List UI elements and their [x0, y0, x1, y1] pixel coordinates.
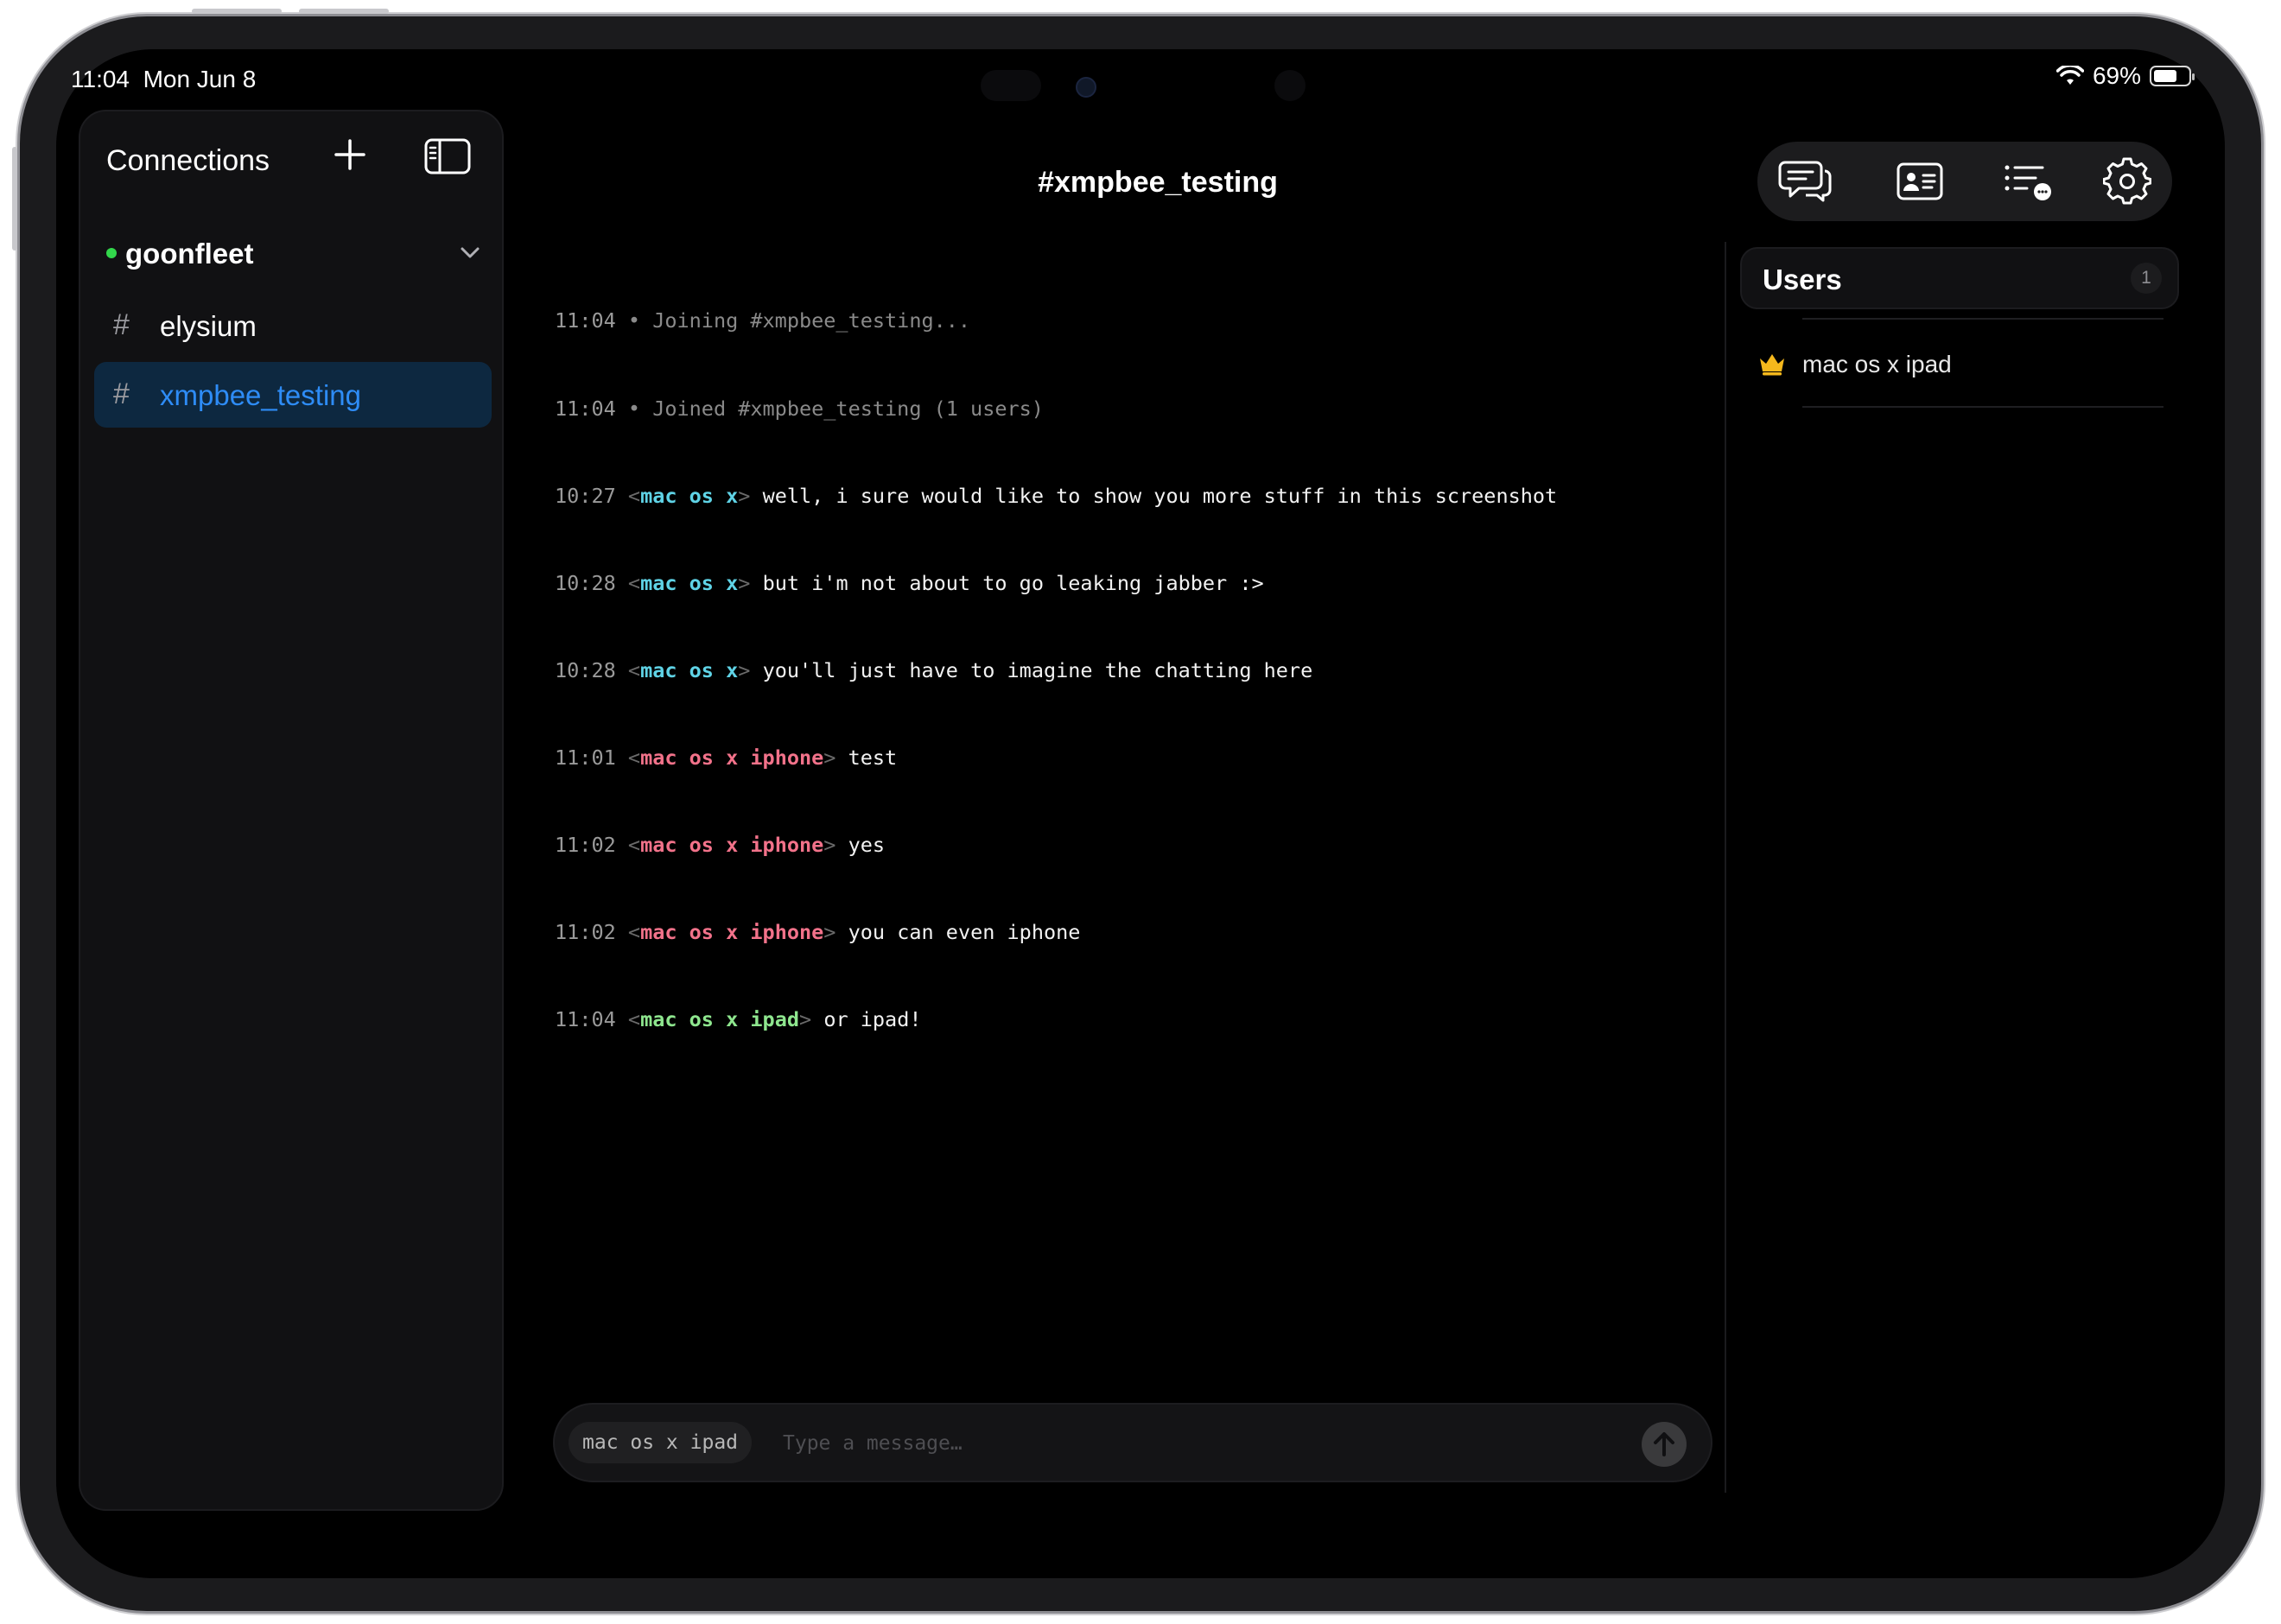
- contact-card-icon: [1897, 162, 1943, 200]
- message-text: you can even iphone: [848, 920, 1081, 945]
- message-text: well, i sure would like to show you more…: [762, 483, 1558, 508]
- clock-date: Mon Jun 8: [143, 66, 257, 92]
- connections-sidebar: Connections goonfleet # elysium # xmpbee…: [79, 110, 504, 1511]
- volume-button: [192, 9, 282, 14]
- nickname[interactable]: mac os x: [640, 571, 738, 595]
- channel-title: #xmpbee_testing: [1038, 166, 1278, 199]
- nickname[interactable]: mac os x: [640, 658, 738, 682]
- contact-info-button[interactable]: [1894, 157, 1946, 206]
- composer-nick-chip[interactable]: mac os x ipad: [569, 1422, 753, 1463]
- timestamp: 11:04: [555, 1007, 616, 1032]
- message-text: you'll just have to imagine the chatting…: [762, 657, 1313, 682]
- channel-label: xmpbee_testing: [160, 379, 361, 411]
- sidebar-icon: [424, 138, 471, 174]
- hash-icon: #: [113, 308, 130, 341]
- wifi-icon: [2055, 66, 2084, 86]
- chevron-down-icon[interactable]: [457, 239, 483, 265]
- front-camera: [1076, 77, 1096, 98]
- channel-item-elysium[interactable]: # elysium: [94, 293, 492, 358]
- panel-divider: [1725, 242, 1726, 1493]
- log-line: 11:02 <mac os x iphone> yes: [555, 832, 886, 857]
- server-name: goonfleet: [125, 238, 254, 270]
- send-button[interactable]: [1642, 1422, 1687, 1467]
- sensor-pill: [981, 70, 1041, 101]
- message-log: 11:04 • Joining #xmpbee_testing... 11:04…: [555, 249, 1704, 1064]
- message-text: or ipad!: [823, 1007, 922, 1032]
- system-message: • Joined #xmpbee_testing (1 users): [627, 396, 1044, 421]
- conversations-button[interactable]: [1778, 157, 1832, 206]
- settings-button[interactable]: [2103, 157, 2155, 206]
- channel-list-button[interactable]: [2001, 157, 2053, 206]
- timestamp: 11:01: [555, 745, 616, 770]
- system-message: • Joining #xmpbee_testing...: [627, 308, 971, 333]
- list-chat-icon: [2005, 165, 2051, 200]
- users-title: Users: [1763, 263, 1842, 295]
- clock-time: 11:04: [71, 66, 130, 92]
- channel-label: elysium: [160, 310, 257, 342]
- status-indicators: 69%: [2055, 62, 2195, 90]
- log-line: 10:28 <mac os x> but i'm not about to go…: [555, 570, 1264, 595]
- log-line: 11:04 • Joining #xmpbee_testing...: [555, 307, 1704, 336]
- nickname[interactable]: mac os x: [640, 484, 738, 508]
- volume-button: [299, 9, 389, 14]
- divider: [1802, 406, 2163, 408]
- battery-icon: [2150, 66, 2195, 86]
- log-line: 10:28 <mac os x> you'll just have to ima…: [555, 657, 1313, 682]
- users-panel-header[interactable]: Users 1: [1740, 247, 2179, 309]
- crown-icon: [1757, 349, 1787, 378]
- message-input[interactable]: [781, 1422, 1562, 1465]
- timestamp: 10:27: [555, 483, 616, 508]
- timestamp: 10:28: [555, 657, 616, 682]
- plus-icon: [334, 139, 365, 170]
- message-composer: mac os x ipad: [553, 1403, 1712, 1482]
- log-line: 11:04 <mac os x ipad> or ipad!: [555, 1007, 922, 1032]
- message-text: yes: [848, 832, 886, 857]
- log-line: 11:02 <mac os x iphone> you can even iph…: [555, 920, 1081, 945]
- timestamp: 10:28: [555, 570, 616, 595]
- nickname[interactable]: mac os x iphone: [640, 745, 823, 770]
- add-connection-button[interactable]: [331, 136, 369, 174]
- battery-percent: 69%: [2092, 62, 2141, 89]
- timestamp: 11:04: [555, 396, 616, 421]
- sidebar-title: Connections: [106, 144, 270, 177]
- toolbar: [1757, 142, 2172, 221]
- chat-bubbles-icon: [1778, 161, 1832, 202]
- nickname[interactable]: mac os x iphone: [640, 920, 823, 944]
- toggle-sidebar-button[interactable]: [424, 137, 471, 175]
- user-list-item[interactable]: mac os x ipad: [1757, 346, 2155, 384]
- channel-item-xmpbee-testing[interactable]: # xmpbee_testing: [94, 362, 492, 428]
- server-goonfleet[interactable]: goonfleet: [103, 232, 483, 276]
- status-time: 11:04 Mon Jun 8: [71, 66, 256, 93]
- users-count-badge: 1: [2131, 263, 2162, 294]
- timestamp: 11:02: [555, 832, 616, 857]
- divider: [1802, 318, 2163, 320]
- arrow-up-icon: [1654, 1432, 1674, 1456]
- nickname[interactable]: mac os x iphone: [640, 833, 823, 857]
- nickname[interactable]: mac os x ipad: [640, 1007, 799, 1031]
- log-line: 10:27 <mac os x> well, i sure would like…: [555, 483, 1558, 508]
- timestamp: 11:04: [555, 308, 616, 333]
- log-line: 11:04 • Joined #xmpbee_testing (1 users): [555, 395, 1704, 424]
- top-button: [12, 147, 17, 251]
- gear-icon: [2103, 157, 2151, 205]
- log-line: 11:01 <mac os x iphone> test: [555, 745, 898, 770]
- timestamp: 11:02: [555, 920, 616, 945]
- online-status-dot: [106, 248, 117, 258]
- sensor-dot: [1274, 70, 1306, 101]
- hash-icon: #: [113, 377, 130, 410]
- user-name: mac os x ipad: [1802, 351, 1952, 377]
- message-text: test: [848, 745, 898, 770]
- message-text: but i'm not about to go leaking jabber :…: [762, 570, 1264, 595]
